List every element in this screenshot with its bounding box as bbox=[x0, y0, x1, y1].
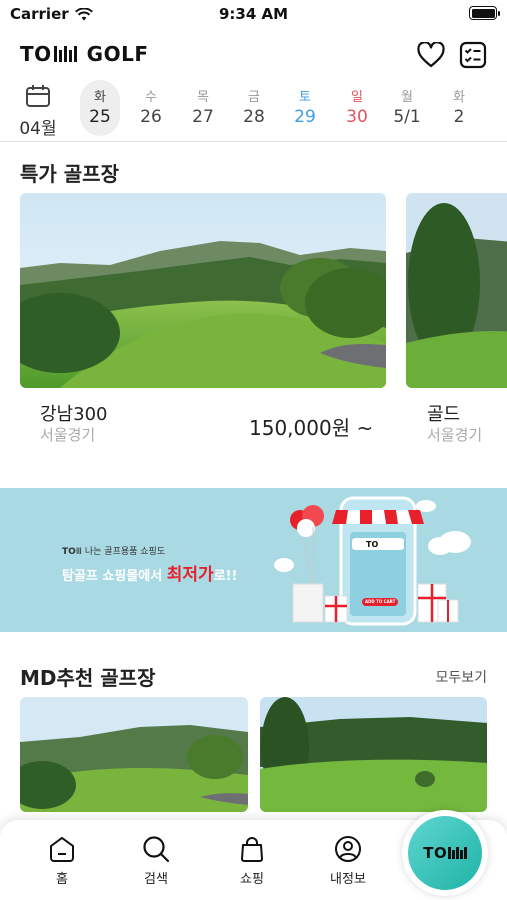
add-to-cart-label: ADD TO CART bbox=[365, 599, 396, 604]
weekday-label: 화 bbox=[94, 90, 106, 105]
tab-shopping[interactable]: 쇼핑 bbox=[222, 834, 282, 887]
fab-logo: TO bbox=[408, 816, 482, 890]
weekday-label: 수 bbox=[145, 90, 157, 105]
weekday-label: 금 bbox=[248, 90, 260, 105]
shopping-mall-banner[interactable]: TOⅢ 나는 골프용품 쇼핑도 탐골프 쇼핑몰에서 최저가로!! TO ADD … bbox=[0, 488, 507, 632]
date-item-29[interactable]: 토 29 bbox=[285, 80, 325, 136]
weekday-label: 일 bbox=[351, 90, 363, 105]
checklist-icon bbox=[459, 41, 487, 69]
see-all-link[interactable]: 모두보기 bbox=[435, 667, 487, 687]
tab-home[interactable]: 홈 bbox=[32, 834, 92, 887]
logo-suffix: GOLF bbox=[86, 42, 149, 66]
course-region: 서울경기 bbox=[427, 426, 483, 444]
date-item-25[interactable]: 화 25 bbox=[80, 80, 120, 136]
tab-search[interactable]: 검색 bbox=[126, 834, 186, 887]
course-photo bbox=[406, 193, 507, 388]
app-logo[interactable]: TO GOLF bbox=[20, 42, 148, 66]
date-number: 25 bbox=[89, 107, 111, 127]
battery-icon bbox=[469, 6, 500, 20]
special-section-title: 특가 골프장 bbox=[20, 162, 119, 186]
fab-label: TO bbox=[423, 844, 448, 862]
date-item-27[interactable]: 목 27 bbox=[183, 80, 223, 136]
date-item-5-1[interactable]: 월 5/1 bbox=[387, 80, 427, 136]
tab-label: 검색 bbox=[144, 872, 168, 887]
status-bar: Carrier 9:34 AM bbox=[0, 0, 507, 28]
date-number: 28 bbox=[243, 107, 265, 127]
date-selector: 04월 화 25 수 26 목 27 금 28 토 29 일 30 월 5/1 … bbox=[0, 80, 507, 142]
date-item-28[interactable]: 금 28 bbox=[234, 80, 274, 136]
tab-label: 홈 bbox=[56, 872, 68, 887]
tab-label: 쇼핑 bbox=[240, 872, 264, 887]
month-picker[interactable]: 04월 bbox=[18, 84, 58, 139]
md-course-card[interactable] bbox=[20, 697, 248, 812]
md-course-card[interactable] bbox=[260, 697, 487, 812]
logo-prefix: TO bbox=[20, 42, 52, 66]
search-icon bbox=[143, 836, 170, 863]
course-photo bbox=[260, 697, 487, 812]
favorites-button[interactable] bbox=[416, 40, 446, 70]
course-photo bbox=[20, 697, 248, 812]
weekday-label: 화 bbox=[453, 90, 465, 105]
brand-fab-button[interactable]: TO bbox=[402, 810, 488, 896]
course-name: 강남300 bbox=[40, 404, 108, 425]
app-header: TO GOLF bbox=[0, 36, 507, 72]
md-section-title: MD추천 골프장 bbox=[20, 666, 156, 690]
special-course-card[interactable] bbox=[20, 193, 386, 388]
checklist-button[interactable] bbox=[458, 40, 488, 70]
date-item-2[interactable]: 화 2 bbox=[439, 80, 479, 136]
calendar-icon bbox=[26, 85, 50, 107]
banner-illustration bbox=[274, 496, 471, 626]
date-number: 27 bbox=[192, 107, 214, 127]
weekday-label: 월 bbox=[401, 90, 413, 105]
date-number: 26 bbox=[140, 107, 162, 127]
home-icon bbox=[50, 836, 74, 862]
date-number: 30 bbox=[346, 107, 368, 127]
course-price: 150,000원 ~ bbox=[249, 416, 374, 440]
status-time: 9:34 AM bbox=[218, 5, 289, 23]
heart-icon bbox=[417, 42, 445, 68]
course-region: 서울경기 bbox=[40, 426, 96, 444]
date-number: 2 bbox=[453, 107, 465, 127]
tab-label: 내정보 bbox=[330, 872, 366, 887]
weekday-label: 목 bbox=[197, 90, 209, 105]
date-item-26[interactable]: 수 26 bbox=[131, 80, 171, 136]
phone-screen-label: TO bbox=[366, 540, 379, 549]
course-photo bbox=[20, 193, 386, 388]
weekday-label: 토 bbox=[299, 90, 311, 105]
user-icon bbox=[335, 836, 361, 862]
month-label: 04월 bbox=[19, 119, 57, 139]
course-name: 골드 bbox=[427, 404, 461, 425]
logo-bars bbox=[53, 46, 77, 62]
tab-my-info[interactable]: 내정보 bbox=[318, 834, 378, 887]
date-number: 5/1 bbox=[393, 107, 421, 127]
date-item-30[interactable]: 일 30 bbox=[337, 80, 377, 136]
special-course-card[interactable] bbox=[406, 193, 507, 388]
date-number: 29 bbox=[294, 107, 316, 127]
shopping-bag-icon bbox=[241, 837, 263, 862]
